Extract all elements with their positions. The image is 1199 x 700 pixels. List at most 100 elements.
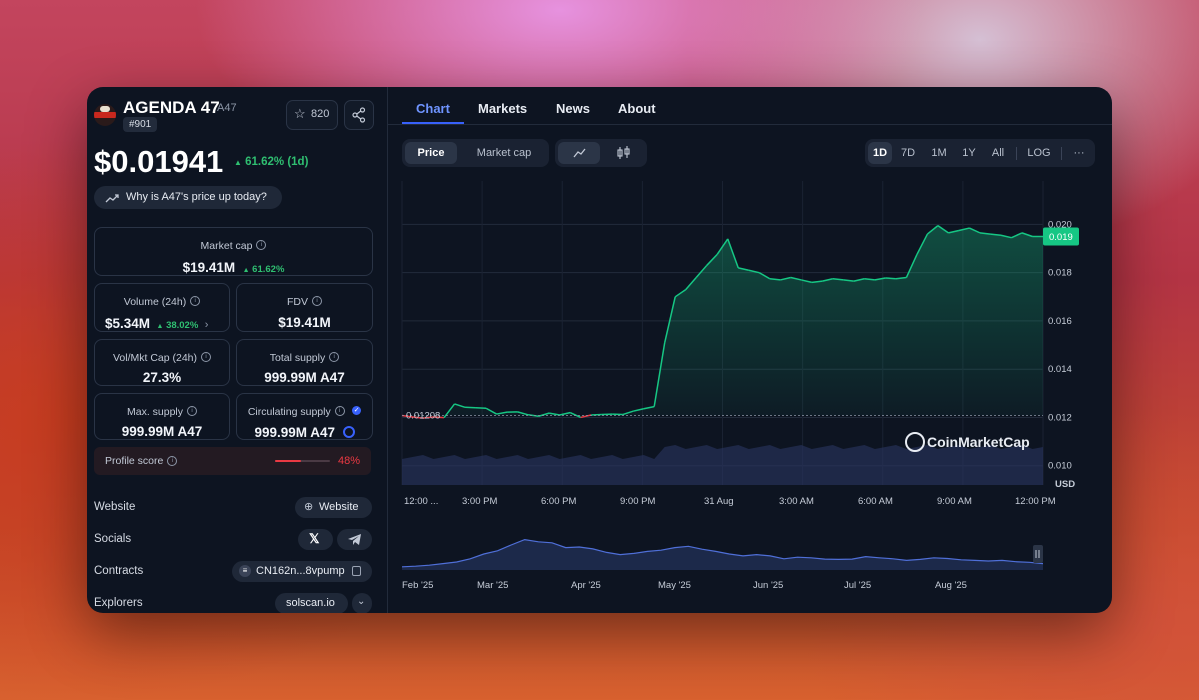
- candlestick-icon: [617, 146, 630, 159]
- info-icon: i: [190, 295, 201, 306]
- max-supply-value: 999.99M A47: [121, 424, 203, 439]
- navigator-area: [402, 539, 1043, 570]
- watchlist-count: 820: [311, 108, 330, 120]
- info-icon: i: [187, 405, 198, 416]
- info-icon: i: [312, 295, 322, 306]
- market-cap-label: Market cap i: [95, 236, 372, 254]
- watchlist-button[interactable]: ☆ 820: [286, 100, 338, 130]
- market-cap-change: ▲ 61.62%: [242, 264, 285, 275]
- coin-window: AGENDA 47 A47 #901 ☆ 820 $0.01941 ▲ 61.6…: [87, 87, 1112, 613]
- explorer-dropdown-button[interactable]: ⌄: [352, 593, 372, 613]
- navigator-tick-label: Jul '25: [844, 580, 871, 591]
- price-chart[interactable]: 0.01208 0.0200.0180.0160.0140.0120.010 1…: [388, 177, 1112, 517]
- coin-info-panel: AGENDA 47 A47 #901 ☆ 820 $0.01941 ▲ 61.6…: [87, 87, 387, 613]
- x-tick-label: 3:00 PM: [462, 496, 497, 507]
- market-cap-value: $19.41M: [182, 260, 236, 275]
- y-axis-unit: USD: [1055, 479, 1075, 490]
- range-1m-button[interactable]: 1M: [925, 142, 953, 164]
- x-tick-label: 12:00 ...: [404, 496, 438, 507]
- range-divider: [1061, 147, 1062, 160]
- share-button[interactable]: [344, 100, 374, 130]
- contract-button[interactable]: ≡ CN162n...8vpump: [232, 561, 372, 582]
- tab-markets[interactable]: Markets: [478, 101, 527, 116]
- info-icon: i: [334, 405, 345, 416]
- tab-chart[interactable]: Chart: [416, 101, 450, 116]
- price-toggle-button[interactable]: Price: [405, 142, 457, 164]
- explorer-button[interactable]: solscan.io: [275, 593, 348, 613]
- navigator-handle[interactable]: [1033, 545, 1043, 563]
- profile-score-bar: [275, 460, 330, 462]
- x-link-button[interactable]: 𝕏: [298, 529, 333, 550]
- explorers-row-label: Explorers: [94, 597, 143, 609]
- line-chart-button[interactable]: [558, 142, 600, 164]
- info-icon: i: [167, 456, 178, 467]
- contract-address: CN162n...8vpump: [256, 565, 345, 577]
- y-tick-label: 0.018: [1048, 268, 1072, 279]
- tabs-divider: [388, 124, 1112, 125]
- fdv-card: FDV i $19.41M: [236, 283, 373, 332]
- log-scale-button[interactable]: LOG: [1021, 142, 1057, 164]
- info-icon: i: [201, 351, 212, 362]
- total-supply-label: Total supply: [269, 352, 326, 364]
- range-navigator[interactable]: Feb '25 Mar '25 Apr '25 May '25 Jun '25 Jul '…: [388, 530, 1112, 600]
- website-button-label: Website: [319, 501, 359, 513]
- range-all-button[interactable]: All: [985, 142, 1011, 164]
- trend-up-icon: [105, 194, 119, 203]
- navigator-tick-label: Jun '25: [753, 580, 783, 591]
- candlestick-button[interactable]: [602, 142, 644, 164]
- range-7d-button[interactable]: 7D: [895, 142, 921, 164]
- verified-icon: ✓: [352, 406, 362, 416]
- copy-icon[interactable]: [352, 566, 361, 576]
- coin-logo: [94, 104, 116, 126]
- profile-score-row[interactable]: Profile score i 48%: [94, 447, 371, 475]
- price-change-value: 61.62% (1d): [245, 156, 309, 168]
- telegram-link-button[interactable]: [337, 529, 372, 550]
- market-cap-toggle-button[interactable]: Market cap: [462, 142, 546, 164]
- circulating-supply-value: 999.99M A47: [254, 425, 336, 440]
- line-chart-icon: [573, 148, 586, 158]
- profile-score-value: 48%: [337, 455, 360, 467]
- tab-about[interactable]: About: [618, 101, 656, 116]
- range-selector: 1D 7D 1M 1Y All LOG ···: [865, 139, 1095, 167]
- navigator-tick-label: Mar '25: [477, 580, 508, 591]
- volume-card[interactable]: Volume (24h) i $5.34M ▲ 38.02% ›: [94, 283, 230, 332]
- website-button[interactable]: ⊕ Website: [295, 497, 372, 518]
- watermark-text: CoinMarketCap: [927, 434, 1030, 450]
- x-tick-label: 9:00 AM: [937, 496, 972, 507]
- x-tick-label: 31 Aug: [704, 496, 734, 507]
- price-change: ▲ 61.62% (1d): [234, 156, 308, 168]
- navigator-tick-label: Aug '25: [935, 580, 967, 591]
- chart-panel: Chart Markets News About Price Market ca…: [388, 87, 1112, 613]
- more-options-button[interactable]: ···: [1066, 142, 1092, 164]
- y-tick-label: 0.014: [1048, 364, 1072, 375]
- x-tick-label: 6:00 AM: [858, 496, 893, 507]
- total-supply-value: 999.99M A47: [264, 370, 345, 385]
- contracts-row-label: Contracts: [94, 565, 144, 577]
- chart-style-toggle: [555, 139, 647, 167]
- range-1y-button[interactable]: 1Y: [956, 142, 982, 164]
- max-supply-card: Max. supply i 999.99M A47: [94, 393, 230, 440]
- x-tick-label: 12:00 PM: [1015, 496, 1056, 507]
- fdv-value: $19.41M: [278, 315, 331, 330]
- range-1d-button[interactable]: 1D: [868, 142, 892, 164]
- current-price-label: 0.019: [1049, 232, 1073, 243]
- x-tick-label: 6:00 PM: [541, 496, 576, 507]
- reference-price-label: 0.01208: [406, 411, 440, 422]
- info-icon: i: [256, 239, 267, 250]
- telegram-icon: [348, 534, 361, 545]
- volume-value: $5.34M: [105, 316, 151, 331]
- x-icon: 𝕏: [309, 531, 320, 546]
- y-tick-label: 0.012: [1048, 412, 1072, 423]
- tab-news[interactable]: News: [556, 101, 590, 116]
- up-arrow-icon: ▲: [234, 158, 242, 167]
- vol-mkt-cap-value: 27.3%: [142, 370, 182, 385]
- solana-icon: ≡: [239, 565, 251, 577]
- market-cap-card: Market cap i $19.41M ▲ 61.62%: [94, 227, 373, 276]
- x-tick-label: 3:00 AM: [779, 496, 814, 507]
- y-tick-label: 0.010: [1048, 461, 1072, 472]
- volume-change: ▲ 38.02%: [156, 320, 199, 331]
- globe-icon: ⊕: [304, 501, 314, 513]
- why-price-up-button[interactable]: Why is A47's price up today?: [94, 186, 282, 209]
- profile-score-fill: [275, 460, 302, 462]
- fdv-label: FDV: [287, 296, 308, 308]
